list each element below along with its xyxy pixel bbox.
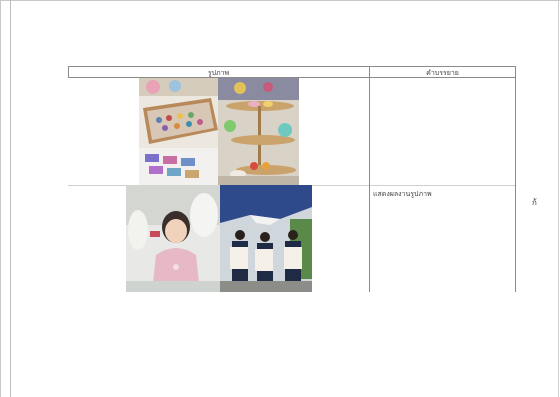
page-margin-line xyxy=(10,0,11,397)
cake-stand-crafts-photo xyxy=(218,78,299,185)
page-border-left xyxy=(0,0,1,397)
handicraft-stall-photo xyxy=(139,78,218,185)
girl-holding-craft-photo xyxy=(126,185,220,292)
column-divider xyxy=(369,66,370,292)
table-right-border xyxy=(515,66,516,292)
page-border-right xyxy=(558,0,559,397)
table-top-border xyxy=(68,66,516,67)
photo-table: รูปภาพ คำบรรยาย แสดงผลงานรูปภาพ xyxy=(68,66,516,292)
page-border-top xyxy=(0,0,560,1)
row2-caption: แสดงผลงานรูปภาพ xyxy=(373,190,432,198)
header-caption: คำบรรยาย xyxy=(426,69,459,77)
students-with-tote-bags-photo xyxy=(220,185,312,292)
side-note: ก้ xyxy=(532,198,537,207)
